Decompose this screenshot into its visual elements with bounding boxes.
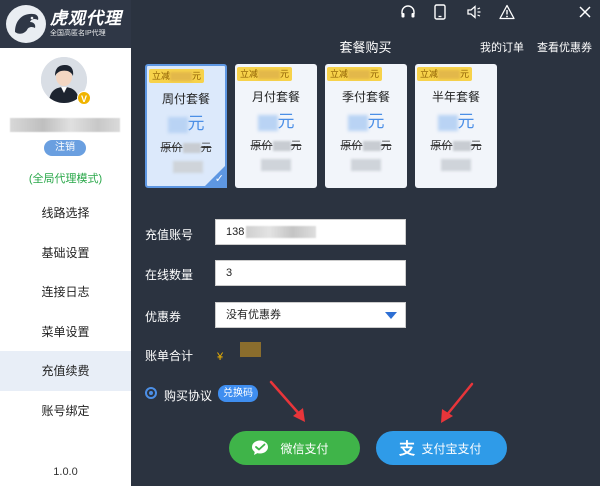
version-text: 1.0.0 <box>53 466 78 478</box>
currency-symbol: ¥ <box>217 351 224 363</box>
plan-detail-redacted <box>351 159 381 171</box>
agreement-link[interactable]: 购买协议 <box>164 387 212 404</box>
alipay-button[interactable]: 支 支付宝支付 <box>376 431 507 465</box>
close-icon[interactable] <box>576 3 594 21</box>
plan-original-price: 原价元 <box>250 140 302 152</box>
logout-button[interactable]: 注销 <box>44 140 86 156</box>
plan-detail-redacted <box>261 159 291 171</box>
sidebar-item-label: 菜单设置 <box>41 324 90 339</box>
sidebar-item-label: 基础设置 <box>41 245 90 260</box>
dropdown-arrow-icon <box>385 312 397 319</box>
page-title: 套餐购买 <box>339 40 392 55</box>
sidebar-item-account-binding[interactable]: 账号绑定 <box>0 391 131 431</box>
total-label: 账单合计 <box>145 349 194 363</box>
plan-price: 元 <box>325 107 407 132</box>
sidebar-item-label: 线路选择 <box>41 206 90 221</box>
arrow-icon <box>441 382 474 423</box>
sidebar-item-basic-settings[interactable]: 基础设置 <box>0 233 131 273</box>
sidebar-item-connection-log[interactable]: 连接日志 <box>0 272 131 312</box>
plan-card-quarterly[interactable]: 立减元 季付套餐 元 原价元 <box>325 64 407 188</box>
coupon-select[interactable]: 没有优惠券 <box>215 302 406 328</box>
quantity-field[interactable]: 3 <box>215 260 406 286</box>
wechat-pay-label: 微信支付 <box>280 441 329 456</box>
arrow-icon <box>269 380 305 422</box>
proxy-mode-text: (全局代理模式) <box>28 173 103 185</box>
plan-original-price: 原价元 <box>160 142 212 154</box>
sidebar-item-recharge[interactable]: 充值续费 <box>0 351 131 391</box>
alipay-label: 支付宝支付 <box>421 441 482 456</box>
view-coupons-link[interactable]: 查看优惠券 <box>537 39 592 55</box>
sidebar: 虎观代理 全国高匿名IP代理 V 注销 (全局代理模式) 线路选择 基础设置 连… <box>0 0 131 486</box>
plan-price: 元 <box>415 107 497 132</box>
plan-price: 元 <box>147 109 225 134</box>
tiger-logo-icon <box>6 5 46 43</box>
sidebar-item-route[interactable]: 线路选择 <box>0 193 131 233</box>
account-field[interactable]: 138 <box>215 219 406 245</box>
sidebar-item-menu-settings[interactable]: 菜单设置 <box>0 312 131 352</box>
sidebar-item-label: 充值续费 <box>41 364 90 379</box>
total-amount-redacted <box>240 342 261 357</box>
quantity-label: 在线数量 <box>145 268 194 282</box>
volume-icon[interactable] <box>465 3 483 21</box>
plan-price: 元 <box>235 107 317 132</box>
brand-title: 虎观代理 <box>50 9 122 28</box>
plan-card-monthly[interactable]: 立减元 月付套餐 元 原价元 <box>235 64 317 188</box>
plan-name: 月付套餐 <box>251 90 300 104</box>
checkmark-icon: ✓ <box>214 173 224 185</box>
warning-icon[interactable] <box>498 3 516 21</box>
discount-badge: 立减元 <box>327 67 383 81</box>
agreement-radio[interactable] <box>145 387 157 399</box>
wechat-pay-button[interactable]: 微信支付 <box>229 431 360 465</box>
discount-badge: 立减元 <box>237 67 293 81</box>
plan-name: 半年套餐 <box>431 90 480 104</box>
plan-detail-redacted <box>173 161 203 173</box>
avatar[interactable]: V <box>41 57 91 105</box>
my-orders-link[interactable]: 我的订单 <box>480 39 524 55</box>
plan-original-price: 原价元 <box>430 140 482 152</box>
phone-icon[interactable] <box>431 3 449 21</box>
discount-badge: 立减元 <box>149 69 205 83</box>
redeem-code-button[interactable]: 兑换码 <box>218 385 258 402</box>
title-bar <box>131 0 600 26</box>
coupon-label: 优惠券 <box>145 310 182 324</box>
discount-badge: 立减元 <box>417 67 473 81</box>
plan-card-weekly[interactable]: 立减元 周付套餐 元 原价元 ✓ <box>145 64 227 188</box>
plan-name: 周付套餐 <box>161 92 210 106</box>
brand-subtitle: 全国高匿名IP代理 <box>50 30 106 37</box>
vip-badge: V <box>77 91 91 105</box>
account-label: 充值账号 <box>145 228 194 242</box>
sidebar-item-label: 账号绑定 <box>41 403 90 418</box>
plan-card-half-year[interactable]: 立减元 半年套餐 元 原价元 <box>415 64 497 188</box>
plan-name: 季付套餐 <box>341 90 390 104</box>
plan-detail-redacted <box>441 159 471 171</box>
sidebar-menu: 线路选择 基础设置 连接日志 菜单设置 充值续费 账号绑定 <box>0 193 131 430</box>
username-redacted <box>10 118 120 132</box>
plan-original-price: 原价元 <box>340 140 392 152</box>
headset-icon[interactable] <box>399 3 417 21</box>
brand-logo: 虎观代理 全国高匿名IP代理 <box>0 0 131 48</box>
sidebar-item-label: 连接日志 <box>41 285 90 300</box>
